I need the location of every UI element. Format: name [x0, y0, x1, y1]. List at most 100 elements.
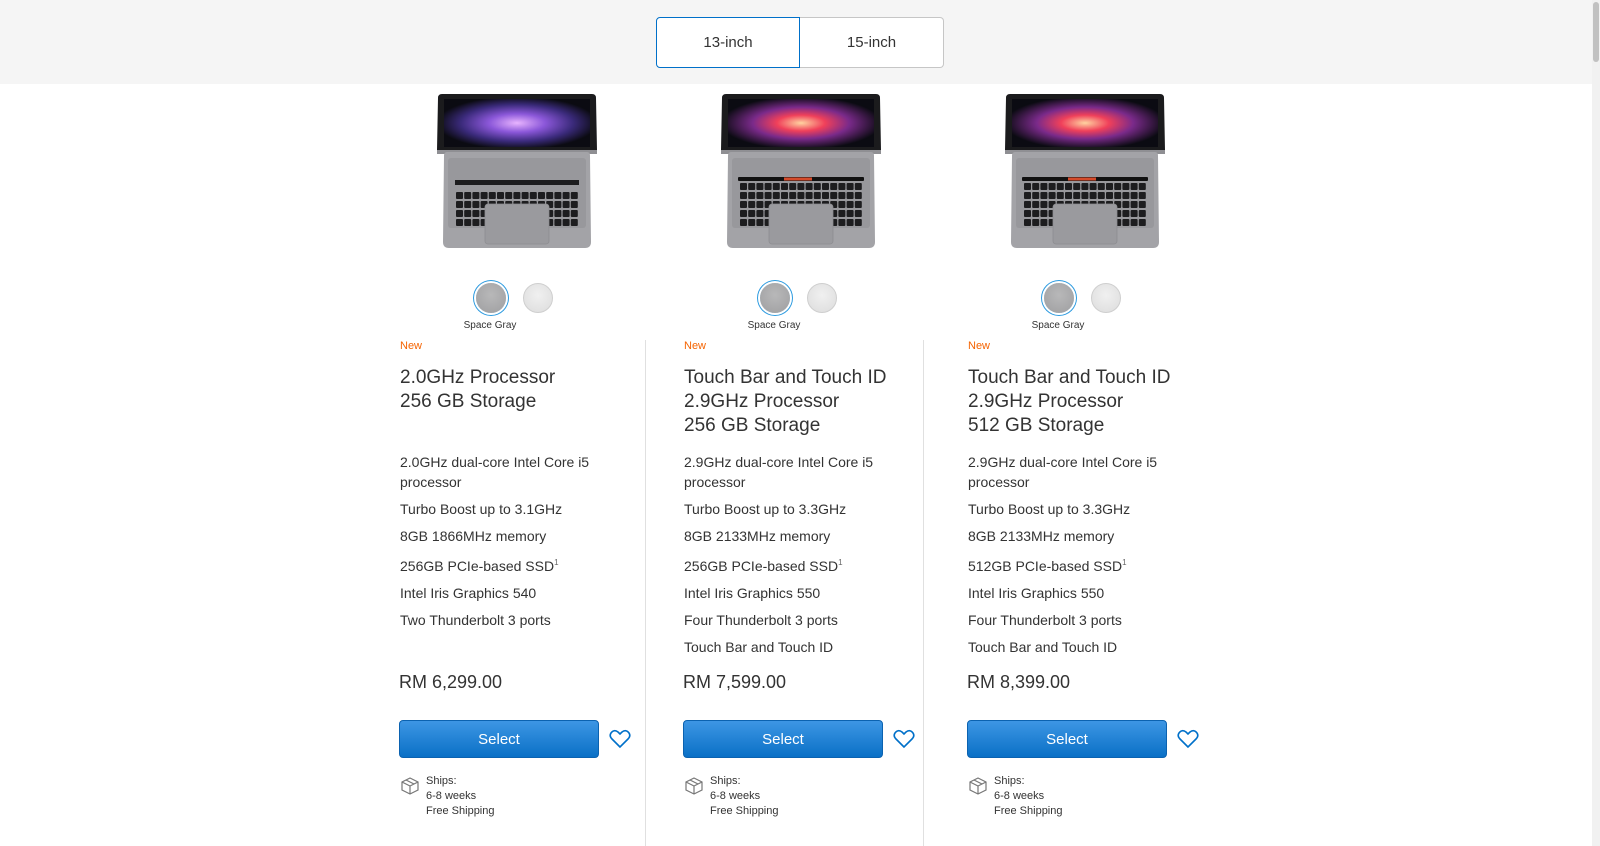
- spec-item: Turbo Boost up to 3.3GHz: [968, 499, 1218, 519]
- spec-item: 512GB PCIe-based SSD1: [968, 553, 1218, 576]
- price: RM 7,599.00: [683, 672, 787, 692]
- new-badge: New: [400, 340, 423, 352]
- spec-text: 2.9GHz dual-core Intel Core i5 processor: [968, 454, 1158, 490]
- spec-text: Turbo Boost up to 3.3GHz: [968, 501, 1131, 517]
- select-button[interactable]: Select: [399, 720, 599, 758]
- spec-item: 256GB PCIe-based SSD1: [684, 553, 934, 576]
- spec-item: Turbo Boost up to 3.3GHz: [684, 499, 934, 519]
- spec-text: 2.0GHz dual-core Intel Core i5 processor: [400, 454, 590, 490]
- ships-label: Ships:: [426, 775, 457, 787]
- spec-text: 8GB 2133MHz memory: [968, 528, 1115, 544]
- product-header: New Touch Bar and Touch ID 2.9GHz Process…: [968, 340, 1228, 438]
- laptop-image: [434, 92, 600, 250]
- box-icon: [400, 776, 420, 796]
- spec-text: 2.9GHz dual-core Intel Core i5 processor: [684, 454, 874, 490]
- product-title: 2.0GHz Processor 256 GB Storage: [400, 366, 660, 414]
- free-shipping: Free Shipping: [710, 805, 779, 817]
- box-icon: [968, 776, 988, 796]
- heart-icon[interactable]: [609, 729, 631, 749]
- spec-text: 256GB PCIe-based SSD: [684, 558, 839, 574]
- spec-item: Four Thunderbolt 3 ports: [684, 610, 934, 630]
- silver-swatch[interactable]: [807, 283, 837, 313]
- box-icon: [684, 776, 704, 796]
- spec-item: 2.9GHz dual-core Intel Core i5 processor: [684, 452, 934, 492]
- ships-time: 6-8 weeks: [994, 790, 1045, 802]
- product-title: Touch Bar and Touch ID 2.9GHz Processor 51…: [968, 366, 1228, 438]
- spec-item: 256GB PCIe-based SSD1: [400, 553, 650, 576]
- product-title-line: 2.0GHz Processor: [400, 367, 556, 388]
- spec-item: 8GB 1866MHz memory: [400, 526, 650, 546]
- ships-time: 6-8 weeks: [426, 790, 477, 802]
- shipping-info: Ships: 6-8 weeks Free Shipping: [710, 774, 779, 819]
- spec-item: Intel Iris Graphics 550: [684, 583, 934, 603]
- product-title-line: 2.9GHz Processor: [968, 391, 1124, 412]
- product-header: New 2.0GHz Processor 256 GB Storage: [400, 340, 660, 414]
- silver-swatch[interactable]: [1091, 283, 1121, 313]
- color-label: Space Gray: [1031, 320, 1085, 331]
- tab-13-inch[interactable]: 13-inch: [656, 17, 800, 68]
- product-header: New Touch Bar and Touch ID 2.9GHz Process…: [684, 340, 944, 438]
- spec-text: Intel Iris Graphics 540: [400, 585, 537, 601]
- product-title-line: 2.9GHz Processor: [684, 391, 840, 412]
- product-column: Space Gray New 2.0GHz Processor 256 GB St…: [390, 84, 674, 846]
- spec-text: Touch Bar and Touch ID: [968, 639, 1118, 655]
- spec-text: Intel Iris Graphics 550: [968, 585, 1105, 601]
- top-bar: 13-inch 15-inch: [0, 0, 1600, 84]
- shipping-info: Ships: 6-8 weeks Free Shipping: [994, 774, 1063, 819]
- spec-text: Turbo Boost up to 3.3GHz: [684, 501, 847, 517]
- color-swatches: [474, 280, 574, 320]
- scrollbar[interactable]: [1592, 0, 1600, 846]
- spec-text: Turbo Boost up to 3.1GHz: [400, 501, 563, 517]
- spec-text: 512GB PCIe-based SSD: [968, 558, 1123, 574]
- footnote-marker: 1: [554, 558, 559, 567]
- product-title: Touch Bar and Touch ID 2.9GHz Processor 25…: [684, 366, 944, 438]
- ships-label: Ships:: [994, 775, 1025, 787]
- tab-15-inch[interactable]: 15-inch: [800, 17, 944, 68]
- silver-swatch[interactable]: [523, 283, 553, 313]
- heart-icon[interactable]: [893, 729, 915, 749]
- product-title-line: 512 GB Storage: [968, 415, 1105, 436]
- spec-text: Two Thunderbolt 3 ports: [400, 612, 551, 628]
- spec-item: 2.9GHz dual-core Intel Core i5 processor: [968, 452, 1218, 492]
- product-column: Space Gray New Touch Bar and Touch ID 2.9…: [958, 84, 1242, 846]
- color-swatches: [1042, 280, 1142, 320]
- spec-item: Four Thunderbolt 3 ports: [968, 610, 1218, 630]
- spec-text: Four Thunderbolt 3 ports: [684, 612, 838, 628]
- spec-item: 8GB 2133MHz memory: [684, 526, 934, 546]
- space-gray-swatch[interactable]: [760, 283, 790, 313]
- color-label: Space Gray: [463, 320, 517, 331]
- color-swatches: [758, 280, 858, 320]
- product-title-line: 256 GB Storage: [400, 391, 537, 412]
- spec-item: Intel Iris Graphics 550: [968, 583, 1218, 603]
- spec-item: 2.0GHz dual-core Intel Core i5 processor: [400, 452, 650, 492]
- spec-list: 2.9GHz dual-core Intel Core i5 processor…: [968, 452, 1218, 664]
- spec-item: Two Thunderbolt 3 ports: [400, 610, 650, 630]
- footnote-marker: 1: [838, 558, 843, 567]
- ships-time: 6-8 weeks: [710, 790, 761, 802]
- spec-item: Intel Iris Graphics 540: [400, 583, 650, 603]
- spec-item: Touch Bar and Touch ID: [968, 637, 1218, 657]
- free-shipping: Free Shipping: [426, 805, 495, 817]
- spec-text: 8GB 1866MHz memory: [400, 528, 547, 544]
- space-gray-swatch[interactable]: [476, 283, 506, 313]
- spec-list: 2.9GHz dual-core Intel Core i5 processor…: [684, 452, 934, 664]
- price: RM 6,299.00: [399, 672, 503, 692]
- free-shipping: Free Shipping: [994, 805, 1063, 817]
- heart-icon[interactable]: [1177, 729, 1199, 749]
- space-gray-swatch[interactable]: [1044, 283, 1074, 313]
- spec-text: Touch Bar and Touch ID: [684, 639, 834, 655]
- product-column: Space Gray New Touch Bar and Touch ID 2.9…: [674, 84, 958, 846]
- color-label: Space Gray: [747, 320, 801, 331]
- price: RM 8,399.00: [967, 672, 1071, 692]
- spec-text: Four Thunderbolt 3 ports: [968, 612, 1122, 628]
- select-button[interactable]: Select: [967, 720, 1167, 758]
- ships-label: Ships:: [710, 775, 741, 787]
- select-button[interactable]: Select: [683, 720, 883, 758]
- spec-item: Turbo Boost up to 3.1GHz: [400, 499, 650, 519]
- product-title-line: Touch Bar and Touch ID: [684, 367, 887, 388]
- size-toggle: 13-inch 15-inch: [656, 17, 944, 68]
- new-badge: New: [684, 340, 707, 352]
- product-title-line: 256 GB Storage: [684, 415, 821, 436]
- footnote-marker: 1: [1122, 558, 1127, 567]
- scroll-thumb[interactable]: [1593, 2, 1599, 62]
